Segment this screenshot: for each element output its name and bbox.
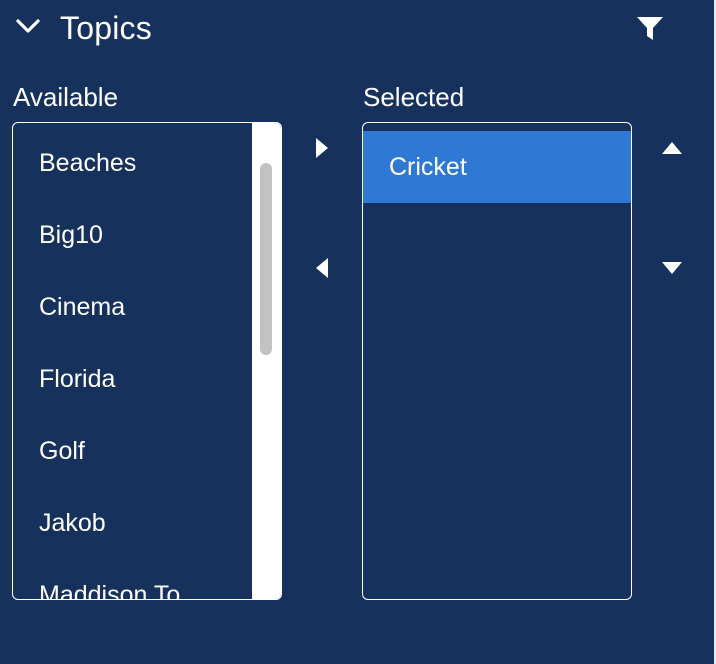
chevron-down-icon: [14, 12, 60, 45]
selected-option[interactable]: Cricket: [363, 131, 631, 203]
move-up-button[interactable]: [654, 130, 690, 166]
triangle-up-icon: [661, 140, 683, 156]
available-option[interactable]: Florida: [13, 343, 251, 415]
available-option[interactable]: Jakob: [13, 487, 251, 559]
available-option[interactable]: Cinema: [13, 271, 251, 343]
triangle-down-icon: [661, 260, 683, 276]
selected-listbox[interactable]: Cricket: [362, 122, 632, 600]
available-option[interactable]: Golf: [13, 415, 251, 487]
available-option[interactable]: Big10: [13, 199, 251, 271]
filter-button[interactable]: [633, 14, 667, 44]
filter-icon: [633, 17, 667, 48]
topics-section-header[interactable]: Topics: [14, 6, 152, 50]
move-to-available-button[interactable]: [304, 250, 340, 286]
available-label: Available: [13, 82, 119, 112]
available-option[interactable]: Beaches: [13, 127, 251, 199]
selected-options: Cricket: [363, 131, 631, 203]
selected-label: Selected: [363, 82, 465, 112]
move-down-button[interactable]: [654, 250, 690, 286]
section-title: Topics: [60, 9, 152, 46]
available-listbox[interactable]: Beaches Big10 Cinema Florida Golf Jakob …: [12, 122, 282, 600]
triangle-right-icon: [314, 137, 330, 159]
move-to-selected-button[interactable]: [304, 130, 340, 166]
available-options: Beaches Big10 Cinema Florida Golf Jakob …: [13, 123, 251, 599]
available-scrollbar[interactable]: [252, 123, 281, 599]
available-option[interactable]: Maddison To: [13, 559, 251, 599]
scrollbar-thumb[interactable]: [260, 163, 272, 355]
triangle-left-icon: [314, 257, 330, 279]
